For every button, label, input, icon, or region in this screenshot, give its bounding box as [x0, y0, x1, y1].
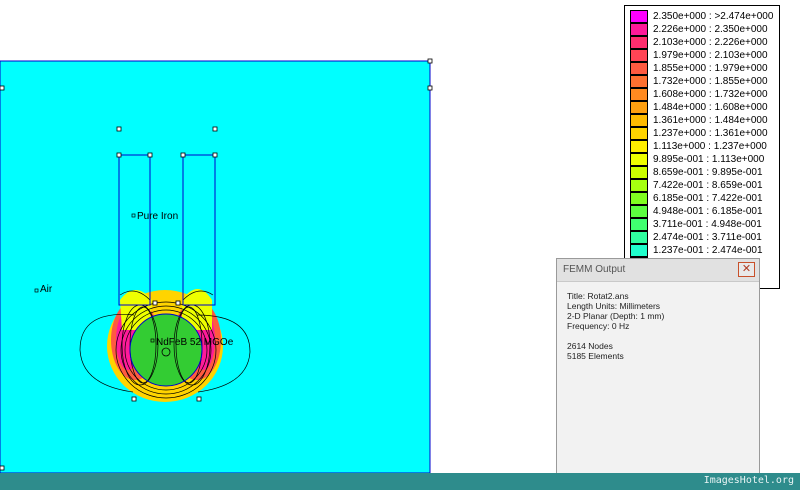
legend-entry: 1.361e+000 : 1.484e+000	[628, 114, 778, 127]
node-count: 2614 Nodes	[567, 341, 613, 351]
legend-swatch	[630, 153, 648, 166]
legend-entry: 1.979e+000 : 2.103e+000	[628, 49, 778, 62]
legend-range-label: 1.237e+000 : 1.361e+000	[653, 128, 768, 139]
legend-swatch	[630, 10, 648, 23]
legend-entry: 1.732e+000 : 1.855e+000	[628, 75, 778, 88]
dialog-body: Title: Rotat2.ans Length Units: Millimet…	[567, 291, 752, 361]
legend-entry: 9.895e-001 : 1.113e+000	[628, 153, 778, 166]
legend-entry: 1.113e+000 : 1.237e+000	[628, 140, 778, 153]
legend-swatch	[630, 205, 648, 218]
legend-range-label: 2.350e+000 : >2.474e+000	[653, 11, 774, 22]
legend-range-label: 9.895e-001 : 1.113e+000	[653, 154, 765, 165]
element-count: 5185 Elements	[567, 351, 624, 361]
legend-swatch	[630, 218, 648, 231]
legend-range-label: 2.226e+000 : 2.350e+000	[653, 24, 768, 35]
legend-range-label: 1.361e+000 : 1.484e+000	[653, 115, 768, 126]
legend-range-label: 8.659e-001 : 9.895e-001	[653, 167, 763, 178]
problem-type: 2-D Planar (Depth: 1 mm)	[567, 311, 665, 321]
legend-swatch	[630, 231, 648, 244]
legend-range-label: 1.855e+000 : 1.979e+000	[653, 63, 768, 74]
air-label: Air	[40, 284, 53, 295]
legend-swatch	[630, 179, 648, 192]
legend-entry: 3.711e-001 : 4.948e-001	[628, 218, 778, 231]
legend-entry: 2.350e+000 : >2.474e+000	[628, 10, 778, 23]
dialog-title: FEMM Output	[563, 264, 626, 275]
flux-density-legend: 2.350e+000 : >2.474e+000 2.226e+000 : 2.3…	[624, 5, 780, 289]
legend-range-label: 2.474e-001 : 3.711e-001	[653, 232, 762, 243]
legend-range-label: 1.732e+000 : 1.855e+000	[653, 76, 768, 87]
watermark: ImagesHotel.org	[703, 475, 794, 486]
legend-range-label: 6.185e-001 : 7.422e-001	[653, 193, 763, 204]
legend-entry: 2.226e+000 : 2.350e+000	[628, 23, 778, 36]
legend-range-label: 1.113e+000 : 1.237e+000	[653, 141, 767, 152]
status-bar: ImagesHotel.org	[0, 473, 800, 490]
legend-entry: 1.237e-001 : 2.474e-001	[628, 244, 778, 257]
close-icon: ✕	[741, 263, 752, 275]
legend-entry: 1.484e+000 : 1.608e+000	[628, 101, 778, 114]
legend-swatch	[630, 36, 648, 49]
frequency: Frequency: 0 Hz	[567, 321, 630, 331]
legend-range-label: 1.979e+000 : 2.103e+000	[653, 50, 768, 61]
legend-entry: 2.474e-001 : 3.711e-001	[628, 231, 778, 244]
dialog-titlebar[interactable]: FEMM Output ✕	[557, 259, 759, 282]
legend-swatch	[630, 127, 648, 140]
legend-swatch	[630, 75, 648, 88]
femm-output-dialog[interactable]: FEMM Output ✕ Title: Rotat2.ans Length U…	[556, 258, 760, 490]
legend-swatch	[630, 101, 648, 114]
legend-range-label: 7.422e-001 : 8.659e-001	[653, 180, 763, 191]
legend-swatch	[630, 114, 648, 127]
legend-swatch	[630, 166, 648, 179]
legend-entry: 1.855e+000 : 1.979e+000	[628, 62, 778, 75]
legend-swatch	[630, 244, 648, 257]
legend-entry: 1.237e+000 : 1.361e+000	[628, 127, 778, 140]
legend-entry: 7.422e-001 : 8.659e-001	[628, 179, 778, 192]
legend-range-label: 4.948e-001 : 6.185e-001	[653, 206, 763, 217]
close-button[interactable]: ✕	[738, 262, 755, 277]
legend-swatch	[630, 49, 648, 62]
legend-entry: 6.185e-001 : 7.422e-001	[628, 192, 778, 205]
legend-entry: 1.608e+000 : 1.732e+000	[628, 88, 778, 101]
legend-entry: 4.948e-001 : 6.185e-001	[628, 205, 778, 218]
legend-swatch	[630, 62, 648, 75]
legend-range-label: 1.237e-001 : 2.474e-001	[653, 245, 763, 256]
length-units: Length Units: Millimeters	[567, 301, 661, 311]
legend-entry: 8.659e-001 : 9.895e-001	[628, 166, 778, 179]
legend-range-label: 1.608e+000 : 1.732e+000	[653, 89, 768, 100]
file-title: Title: Rotat2.ans	[567, 291, 629, 301]
pure-iron-label: Pure Iron	[137, 211, 178, 222]
legend-entry: 2.103e+000 : 2.226e+000	[628, 36, 778, 49]
legend-range-label: 2.103e+000 : 2.226e+000	[653, 37, 768, 48]
legend-range-label: 1.484e+000 : 1.608e+000	[653, 102, 768, 113]
ndfeb-label: NdFeB 52 MGOe	[156, 337, 234, 348]
legend-swatch	[630, 140, 648, 153]
legend-range-label: 3.711e-001 : 4.948e-001	[653, 219, 762, 230]
legend-swatch	[630, 88, 648, 101]
legend-swatch	[630, 192, 648, 205]
legend-swatch	[630, 23, 648, 36]
